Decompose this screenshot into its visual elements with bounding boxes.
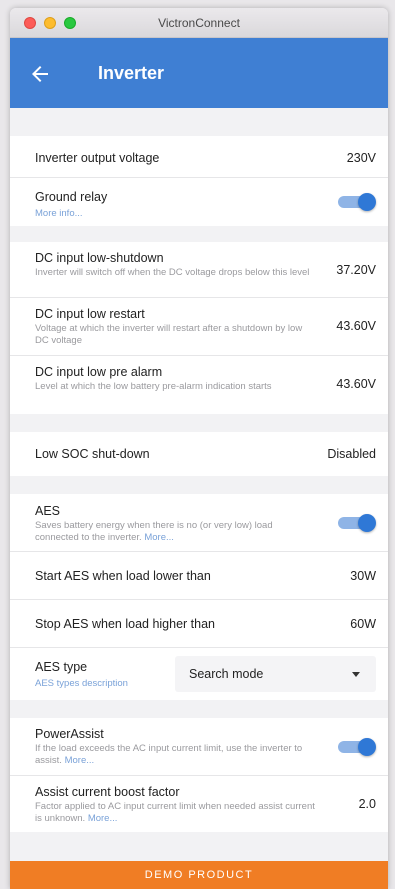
- chevron-down-icon: [352, 672, 360, 677]
- settings-group-dc: DC input low-shutdown Inverter will swit…: [10, 242, 388, 414]
- row-aes-type: AES type AES types description Search mo…: [10, 648, 388, 700]
- row-value: 37.20V: [336, 263, 376, 277]
- row-label: DC input low restart: [35, 307, 145, 321]
- app-window: VictronConnect Inverter Inverter output …: [10, 8, 388, 889]
- settings-group-general: Inverter output voltage 230V Ground rela…: [10, 136, 388, 226]
- row-low-soc-shutdown[interactable]: Low SOC shut-down Disabled: [10, 432, 388, 476]
- row-description: Level at which the low battery pre-alarm…: [35, 381, 272, 392]
- more-link[interactable]: More...: [88, 813, 118, 824]
- row-label: PowerAssist: [35, 727, 104, 741]
- row-power-assist: PowerAssist If the load exceeds the AC i…: [10, 718, 388, 776]
- settings-group-aes: AES Saves battery energy when there is n…: [10, 494, 388, 700]
- aes-type-select[interactable]: Search mode: [175, 656, 376, 692]
- window-titlebar[interactable]: VictronConnect: [10, 8, 388, 38]
- row-label: Stop AES when load higher than: [35, 617, 215, 631]
- row-label: DC input low-shutdown: [35, 251, 164, 265]
- row-aes-stop[interactable]: Stop AES when load higher than 60W: [10, 600, 388, 648]
- power-assist-toggle[interactable]: [338, 738, 376, 756]
- window-title: VictronConnect: [158, 16, 240, 30]
- aes-toggle[interactable]: [338, 514, 376, 532]
- settings-group-soc: Low SOC shut-down Disabled: [10, 432, 388, 476]
- row-value: 30W: [350, 569, 376, 583]
- row-label: Assist current boost factor: [35, 785, 180, 799]
- row-label: DC input low pre alarm: [35, 365, 163, 379]
- row-description: Inverter will switch off when the DC vol…: [35, 267, 310, 278]
- app-header: Inverter: [10, 38, 388, 108]
- row-label: AES type: [35, 660, 88, 674]
- row-aes-start[interactable]: Start AES when load lower than 30W: [10, 552, 388, 600]
- row-dc-input-low-pre-alarm[interactable]: DC input low pre alarm Level at which th…: [10, 356, 388, 414]
- row-value: 2.0: [358, 797, 376, 811]
- back-arrow-icon[interactable]: [28, 62, 52, 86]
- aes-types-description-link[interactable]: AES types description: [35, 678, 165, 690]
- row-value: 230V: [346, 151, 376, 165]
- row-description: Factor applied to AC input current limit…: [35, 801, 315, 824]
- row-value: 43.60V: [336, 377, 376, 391]
- select-value: Search mode: [189, 667, 264, 681]
- row-description: Saves battery energy when there is no (o…: [35, 520, 273, 543]
- row-value: 60W: [350, 617, 376, 631]
- more-info-link[interactable]: More info...: [35, 208, 315, 220]
- ground-relay-toggle[interactable]: [338, 193, 376, 211]
- more-link[interactable]: More...: [144, 532, 174, 543]
- row-aes: AES Saves battery energy when there is n…: [10, 494, 388, 552]
- row-value: 43.60V: [336, 319, 376, 333]
- row-label: Low SOC shut-down: [35, 447, 150, 461]
- row-dc-input-low-shutdown[interactable]: DC input low-shutdown Inverter will swit…: [10, 242, 388, 298]
- row-value: Disabled: [327, 447, 376, 461]
- row-description: If the load exceeds the AC input current…: [35, 743, 303, 766]
- demo-product-banner: DEMO PRODUCT: [10, 861, 388, 889]
- row-dc-input-low-restart[interactable]: DC input low restart Voltage at which th…: [10, 298, 388, 356]
- row-inverter-output-voltage: Inverter output voltage 230V: [10, 136, 388, 178]
- settings-list[interactable]: Inverter output voltage 230V Ground rela…: [10, 108, 388, 861]
- row-description: Voltage at which the inverter will resta…: [35, 323, 303, 346]
- settings-group-powerassist: PowerAssist If the load exceeds the AC i…: [10, 718, 388, 832]
- row-label: Inverter output voltage: [35, 151, 160, 165]
- row-label: Start AES when load lower than: [35, 569, 211, 583]
- row-label: Ground relay: [35, 190, 108, 204]
- more-link[interactable]: More...: [65, 755, 95, 766]
- row-ground-relay: Ground relay More info...: [10, 178, 388, 226]
- row-assist-current-boost-factor[interactable]: Assist current boost factor Factor appli…: [10, 776, 388, 832]
- row-label: AES: [35, 504, 61, 518]
- page-title: Inverter: [98, 63, 165, 83]
